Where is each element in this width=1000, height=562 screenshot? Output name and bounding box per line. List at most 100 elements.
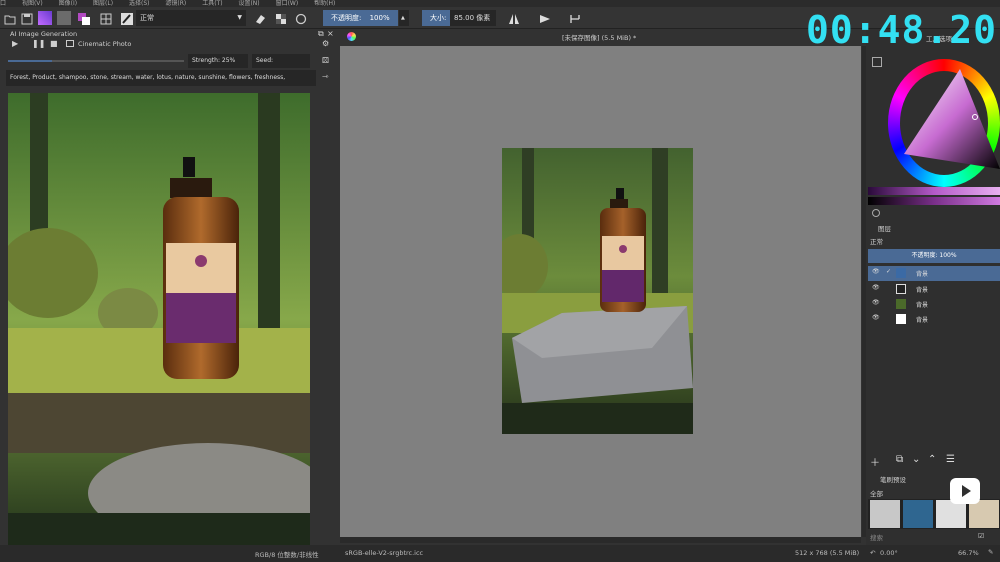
save-icon[interactable] [20,11,34,25]
eye-icon[interactable]: 👁 [872,268,880,275]
alpha-lock-icon[interactable] [274,11,288,25]
progress-fill [8,60,52,62]
strength-field[interactable]: Strength: 25% [188,54,248,68]
pause-icon[interactable]: ❚❚ [32,39,45,48]
blend-mode-select[interactable]: 正常 ▼ [136,10,246,26]
strength-value: Strength: 25% [192,57,236,64]
eye-icon[interactable]: 👁 [872,299,880,306]
layer-actions-bar: ＋ ⧉ ⌄ ⌃ ☰ [868,454,1000,470]
reload-icon[interactable] [294,11,308,25]
layer-thumbnail [896,284,906,294]
brush-filter-select[interactable]: 全部 [870,488,883,498]
brush-preset-item[interactable] [969,500,999,528]
layer-row[interactable]: 👁 背景 [868,282,1000,297]
prompt-text: Forest, Product, shampoo, stone, stream,… [10,74,286,81]
brush-presets-title: 笔刷预设 [880,476,906,484]
opacity-stepper[interactable]: ▲ [399,10,409,26]
size-label-box: 大小: [422,10,450,26]
open-file-icon[interactable] [3,11,17,25]
brush-preset-item[interactable] [870,500,900,528]
play-icon[interactable]: ▶ [12,39,18,48]
brush-preset-icon[interactable] [120,11,134,25]
saturation-slider[interactable] [868,187,1000,195]
apply-icon[interactable]: ⇾ [322,72,329,81]
gradient-swatch-icon[interactable] [38,11,52,25]
layer-name: 背景 [916,287,929,294]
prompt-input[interactable]: Forest, Product, shampoo, stone, stream,… [6,70,316,86]
progress-track [8,53,184,69]
duplicate-layer-icon[interactable]: ⧉ [896,454,903,465]
dice-icon[interactable]: ⚄ [322,56,329,65]
stop-icon[interactable]: ■ [50,39,58,48]
style-select[interactable]: Cinematic Photo [78,39,131,49]
blend-mode-value: 正常 [140,14,154,22]
status-zoom[interactable]: 66.7% [958,549,979,557]
size-label: 大小: [430,14,447,22]
wrap-around-icon[interactable] [568,11,582,25]
canvas-background[interactable] [340,46,861,537]
size-field[interactable]: 85.00 像素 [450,10,496,26]
status-rotation[interactable]: 0.00° [880,549,898,557]
opacity-value: 100% [369,14,390,22]
menu-bar: 口 视图(V) 图像(I) 图层(L) 选择(S) 滤镜(R) 工具(T) 设置… [0,0,1000,7]
layer-name: 背景 [916,317,929,324]
move-down-icon[interactable]: ⌄ [912,454,920,465]
grid-icon[interactable] [99,11,113,25]
status-color-model: RGB/8 位整数/非线性 [255,551,319,559]
brush-search-input[interactable]: 搜索 [870,532,883,542]
opacity-field[interactable]: 不透明度: 100% [323,10,398,26]
color-triangle[interactable] [900,69,1000,179]
float-docker-icon[interactable]: ⧉ [318,29,324,39]
settings-gear-icon[interactable]: ⚙ [322,39,329,48]
style-icon [66,40,74,47]
add-layer-icon[interactable]: ＋ [870,454,880,469]
layer-row[interactable]: 👁 背景 [868,297,1000,312]
docker-title: AI Image Generation [10,30,78,38]
layer-row[interactable]: 👁 背景 [868,312,1000,327]
mirror-vertical-icon[interactable] [538,11,552,25]
seed-field[interactable]: Seed: 1458334070 [252,54,310,78]
brush-preset-item[interactable] [903,500,933,528]
layer-blend-mode-select[interactable]: 正常 [870,236,883,246]
eye-icon[interactable]: 👁 [872,314,880,321]
mirror-horizontal-icon[interactable] [507,11,521,25]
move-up-icon[interactable]: ⌃ [928,454,936,465]
eraser-icon[interactable] [253,11,267,25]
eye-icon[interactable]: 👁 [872,284,880,291]
opacity-label: 不透明度: [331,14,362,22]
close-icon[interactable]: × [327,29,334,38]
layer-properties-icon[interactable]: ☰ [946,454,955,465]
layer-thumbnail [896,299,906,309]
layer-name: 背景 [916,302,929,309]
app-logo-icon [347,32,356,41]
layer-thumbnail [896,314,906,324]
brush-preset-item[interactable] [936,500,966,528]
color-swap-icon[interactable] [77,11,91,25]
search-options-checkbox[interactable]: ☑ [978,532,984,540]
layer-name: 背景 [916,271,929,278]
layer-thumbnail [896,268,906,278]
layer-row[interactable]: 👁 ✓ 背景 [868,266,1000,281]
layer-opacity-value: 不透明度: 100% [911,252,957,259]
status-dimensions: 512 x 768 (5.5 MiB) [795,549,860,557]
status-profile: sRGB-elle-V2-srgbtrc.icc [345,549,424,557]
brush-presets-grid [868,499,1000,529]
horizontal-scrollbar[interactable] [340,537,861,543]
document-tab-title[interactable]: [未保存图像] (5.5 MiB) * [562,32,636,42]
color-selector-settings-icon[interactable] [872,57,882,67]
size-value: 85.00 像素 [454,14,491,22]
checkmark-icon[interactable]: ✓ [886,268,891,275]
pin-icon[interactable]: ✎ [988,548,993,556]
status-bar: RGB/8 位整数/非线性 sRGB-elle-V2-srgbtrc.icc 5… [0,545,1000,562]
pattern-swatch-icon[interactable] [57,11,71,25]
video-play-icon[interactable] [950,478,980,504]
value-slider[interactable] [868,197,1000,205]
chevron-down-icon: ▼ [237,14,242,21]
rotate-icon[interactable]: ↶ [870,549,875,557]
preview-image[interactable] [8,93,310,545]
layers-docker-title: 图层 [878,225,891,233]
timer-overlay: 00:48.20 [806,8,998,52]
color-history-icon[interactable] [872,209,880,217]
layer-opacity-field[interactable]: 不透明度: 100% [868,249,1000,263]
document-image[interactable] [502,148,693,434]
